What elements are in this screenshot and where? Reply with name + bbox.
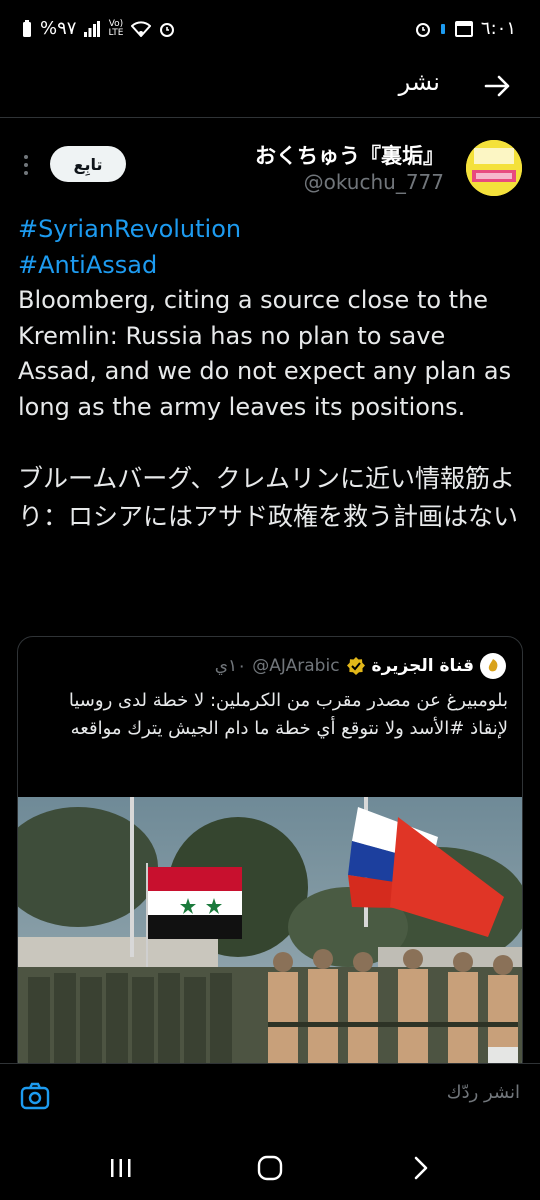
battery-text: %٩٧: [40, 18, 77, 39]
more-vertical-icon: [24, 155, 28, 175]
home-icon: [257, 1155, 283, 1181]
calendar-icon: [454, 20, 473, 37]
camera-icon: [20, 1082, 50, 1110]
signal-icon: [84, 20, 101, 37]
alarm-clock-icon: [415, 21, 431, 37]
military-parade-photo: [18, 797, 522, 1075]
status-right: ٦:٠١: [415, 18, 516, 39]
quoted-author-handle: @AJArabic: [252, 656, 340, 676]
avatar-image: [466, 140, 522, 196]
aljazeera-logo-icon: [480, 653, 506, 679]
more-options-button[interactable]: [18, 152, 34, 178]
recent-apps-button[interactable]: [106, 1154, 136, 1182]
tweet-text-english: Bloomberg, citing a source close to the …: [18, 286, 512, 421]
recent-apps-icon: [111, 1159, 131, 1177]
quoted-tweet-text: بلومبيرغ عن مصدر مقرب من الكرملين: لا خط…: [68, 690, 508, 739]
back-arrow-button[interactable]: [482, 70, 514, 102]
alarm-icon: [159, 21, 175, 37]
hashtag-link[interactable]: #SyrianRevolution: [18, 212, 526, 248]
author-handle[interactable]: @okuchu_777: [304, 170, 444, 194]
reply-bar: انشر ردّك: [0, 1064, 540, 1130]
page-title: نشر: [398, 68, 440, 96]
status-left: %٩٧ Vo) LTE: [22, 18, 175, 39]
system-nav-bar: [0, 1130, 540, 1200]
wifi-icon: [131, 20, 152, 37]
battery-icon: [22, 19, 32, 38]
arrow-right-icon: [484, 75, 510, 97]
reply-input[interactable]: انشر ردّك: [447, 1082, 520, 1103]
chevron-right-icon: [414, 1156, 428, 1180]
home-button[interactable]: [255, 1154, 285, 1182]
quoted-timestamp: ١٠ي: [214, 656, 247, 676]
quoted-tweet-card[interactable]: قناة الجزيرة @AJArabic ١٠ي بلومبيرغ عن م…: [17, 636, 523, 1076]
author-name[interactable]: おくちゅう『裏垢』: [255, 140, 444, 170]
quoted-author-name: قناة الجزيرة: [371, 656, 474, 676]
vibrate-dot-icon: [439, 22, 447, 36]
clock-time: ٦:٠١: [480, 18, 516, 39]
back-button[interactable]: [405, 1154, 435, 1182]
header-divider: [0, 117, 540, 118]
avatar[interactable]: [466, 140, 522, 196]
camera-button[interactable]: [20, 1082, 50, 1110]
follow-button[interactable]: تابِع: [50, 146, 126, 182]
tweet-author: おくちゅう『裏垢』 @okuchu_777 تابِع: [0, 132, 540, 202]
hashtag-link[interactable]: #AntiAssad: [18, 248, 526, 284]
quoted-tweet-header: قناة الجزيرة @AJArabic ١٠ي: [215, 651, 506, 681]
verified-badge-icon: [346, 656, 366, 676]
status-bar: %٩٧ Vo) LTE ٦:٠١: [0, 0, 540, 60]
tweet-body: #SyrianRevolution #AntiAssad Bloomberg, …: [18, 212, 526, 536]
tweet-text-japanese: ブルームバーグ、クレムリンに近い情報筋より：ロシアにはアサド政権を救う計画はない: [18, 464, 519, 531]
quoted-tweet-image[interactable]: [18, 797, 522, 1075]
top-header: نشر: [0, 60, 540, 112]
volte-icon: Vo) LTE: [108, 18, 124, 38]
